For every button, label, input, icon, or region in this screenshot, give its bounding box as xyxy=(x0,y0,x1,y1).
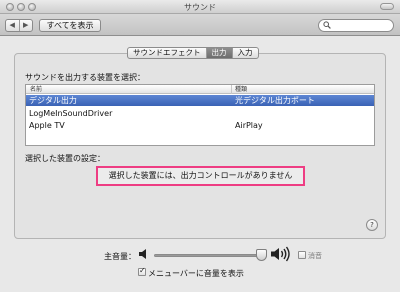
tab-sound-effects[interactable]: サウンドエフェクト xyxy=(128,48,206,58)
output-volume-slider[interactable] xyxy=(154,254,267,257)
tab-bar: サウンドエフェクト 出力 入力 xyxy=(127,47,259,59)
show-all-button[interactable]: すべてを表示 xyxy=(39,19,101,32)
table-row[interactable]: LogMeInSoundDriver xyxy=(26,108,374,119)
device-type: 光デジタル出力ポート xyxy=(235,96,315,105)
column-header-type[interactable]: 種類 xyxy=(235,86,247,93)
title-bar: サウンド xyxy=(0,0,400,14)
device-type: AirPlay xyxy=(235,121,263,130)
output-volume-label: 主音量： xyxy=(104,252,136,261)
show-volume-in-menubar-checkbox[interactable] xyxy=(138,266,146,276)
mute-label: 消音 xyxy=(308,252,322,260)
column-header-name[interactable]: 名前 xyxy=(30,86,42,93)
forward-button[interactable]: ▶ xyxy=(18,20,33,31)
table-row[interactable]: デジタル出力 光デジタル出力ポート xyxy=(26,95,374,106)
back-forward-buttons: ◀ ▶ xyxy=(5,19,33,32)
sound-preferences-window: サウンド ◀ ▶ すべてを表示 サウンドエフェクト 出力 入力 サウンドを出力す… xyxy=(0,0,400,292)
help-button[interactable]: ? xyxy=(366,219,378,231)
speaker-high-icon xyxy=(271,246,290,262)
toolbar: ◀ ▶ すべてを表示 xyxy=(0,14,400,36)
table-header: 名前 種類 xyxy=(26,85,374,94)
select-device-label: サウンドを出力する装置を選択： xyxy=(25,73,145,82)
volume-slider-thumb[interactable] xyxy=(255,249,267,261)
speaker-low-icon xyxy=(139,249,146,259)
table-row[interactable]: Apple TV AirPlay xyxy=(26,120,374,131)
search-icon xyxy=(323,21,331,32)
no-output-controls-message: 選択した装置には、出力コントロールがありません xyxy=(96,166,305,186)
tab-input[interactable]: 入力 xyxy=(231,48,258,58)
device-settings-label: 選択した装置の設定： xyxy=(25,154,105,163)
device-name: デジタル出力 xyxy=(29,96,77,105)
mute-checkbox[interactable] xyxy=(298,251,306,259)
column-divider xyxy=(231,85,232,94)
back-button[interactable]: ◀ xyxy=(6,20,19,31)
device-name: Apple TV xyxy=(29,121,65,130)
device-name: LogMeInSoundDriver xyxy=(29,109,113,118)
output-device-table[interactable]: 名前 種類 デジタル出力 光デジタル出力ポート LogMeInSoundDriv… xyxy=(25,84,375,146)
no-output-controls-text: 選択した装置には、出力コントロールがありません xyxy=(108,171,293,180)
window-title: サウンド xyxy=(184,3,216,12)
toolbar-toggle-button[interactable] xyxy=(380,3,394,10)
volume-slider-fill xyxy=(155,255,261,256)
show-volume-in-menubar-label: メニューバーに音量を表示 xyxy=(148,269,244,278)
tab-output[interactable]: 出力 xyxy=(205,48,232,58)
search-field[interactable] xyxy=(318,19,394,32)
